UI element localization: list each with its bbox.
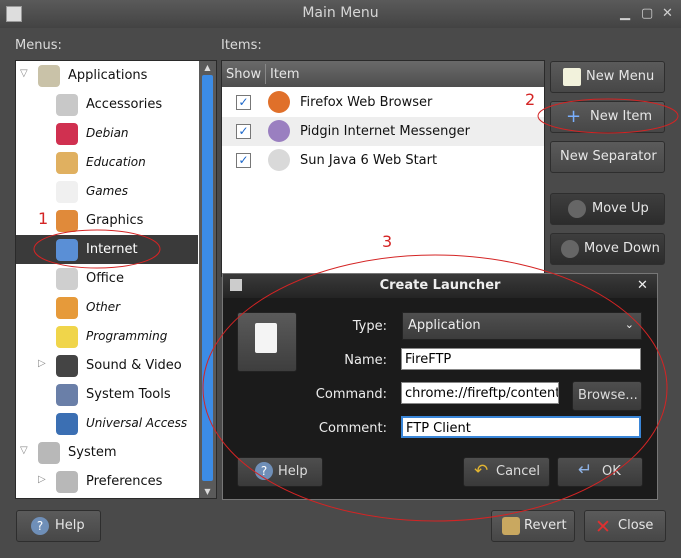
- dialog-circle: [202, 254, 668, 522]
- internet-circle: [33, 229, 161, 269]
- new-item-circle: [537, 98, 679, 134]
- annotation-1: 1: [38, 209, 49, 228]
- annotation-3: 3: [382, 232, 393, 251]
- annotation-circles: [33, 98, 679, 522]
- annotation-2: 2: [525, 90, 536, 109]
